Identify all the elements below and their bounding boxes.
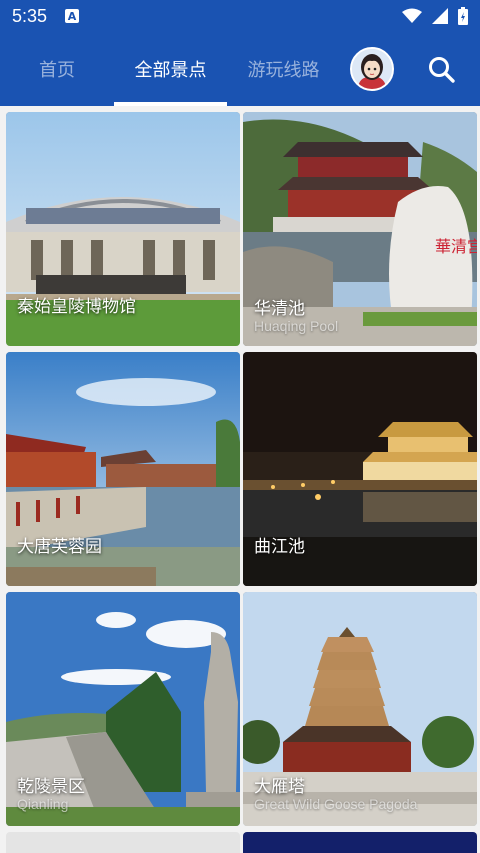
wifi-icon [402, 8, 422, 23]
attraction-name: 秦始皇陵博物馆 [17, 297, 136, 317]
tab-all-attractions[interactable]: 全部景点 [114, 32, 227, 106]
attraction-card-qinshihuang[interactable]: 秦始皇陵博物馆 [6, 112, 240, 346]
status-icons [402, 7, 468, 25]
search-button[interactable] [426, 54, 458, 86]
battery-icon [458, 7, 468, 25]
tab-home[interactable]: 首页 [0, 32, 114, 106]
svg-text:華清宫: 華清宫 [435, 237, 477, 256]
attraction-card-partial-left[interactable] [6, 832, 240, 853]
attraction-card-partial-right[interactable] [243, 832, 477, 853]
status-bar: 5:35 A [0, 0, 480, 32]
attraction-name: 乾陵景区 [17, 777, 85, 797]
attraction-name: 大雁塔 [254, 777, 305, 797]
attraction-subtitle: Huaqing Pool [254, 318, 339, 334]
attraction-card-datang-furong[interactable]: 大唐芙蓉园 [6, 352, 240, 586]
attractions-grid: 秦始皇陵博物馆 華清宫 华清池 Huaqing Pool 大唐芙蓉园 曲江池 乾… [0, 106, 480, 853]
tab-tour-routes[interactable]: 游玩线路 [227, 32, 340, 106]
attraction-subtitle: Qianling [17, 796, 69, 812]
status-time: 5:35 [12, 5, 48, 26]
attraction-card-huaqing[interactable]: 華清宫 华清池 Huaqing Pool [243, 112, 477, 346]
attraction-name: 大唐芙蓉园 [17, 537, 102, 557]
attraction-subtitle: Great Wild Goose Pagoda [254, 796, 418, 812]
user-avatar-icon [352, 49, 392, 89]
avatar[interactable] [350, 47, 394, 91]
attraction-name: 曲江池 [254, 537, 305, 557]
attraction-card-qianling[interactable]: 乾陵景区 Qianling [6, 592, 240, 826]
attraction-card-qujiang[interactable]: 曲江池 [243, 352, 477, 586]
attraction-card-dayanta[interactable]: 大雁塔 Great Wild Goose Pagoda [243, 592, 477, 826]
a-notification-icon: A [65, 9, 80, 23]
signal-icon [432, 8, 448, 24]
search-icon [429, 57, 455, 83]
attraction-name: 华清池 [254, 299, 305, 319]
app-bar: 首页 全部景点 游玩线路 [0, 32, 480, 106]
